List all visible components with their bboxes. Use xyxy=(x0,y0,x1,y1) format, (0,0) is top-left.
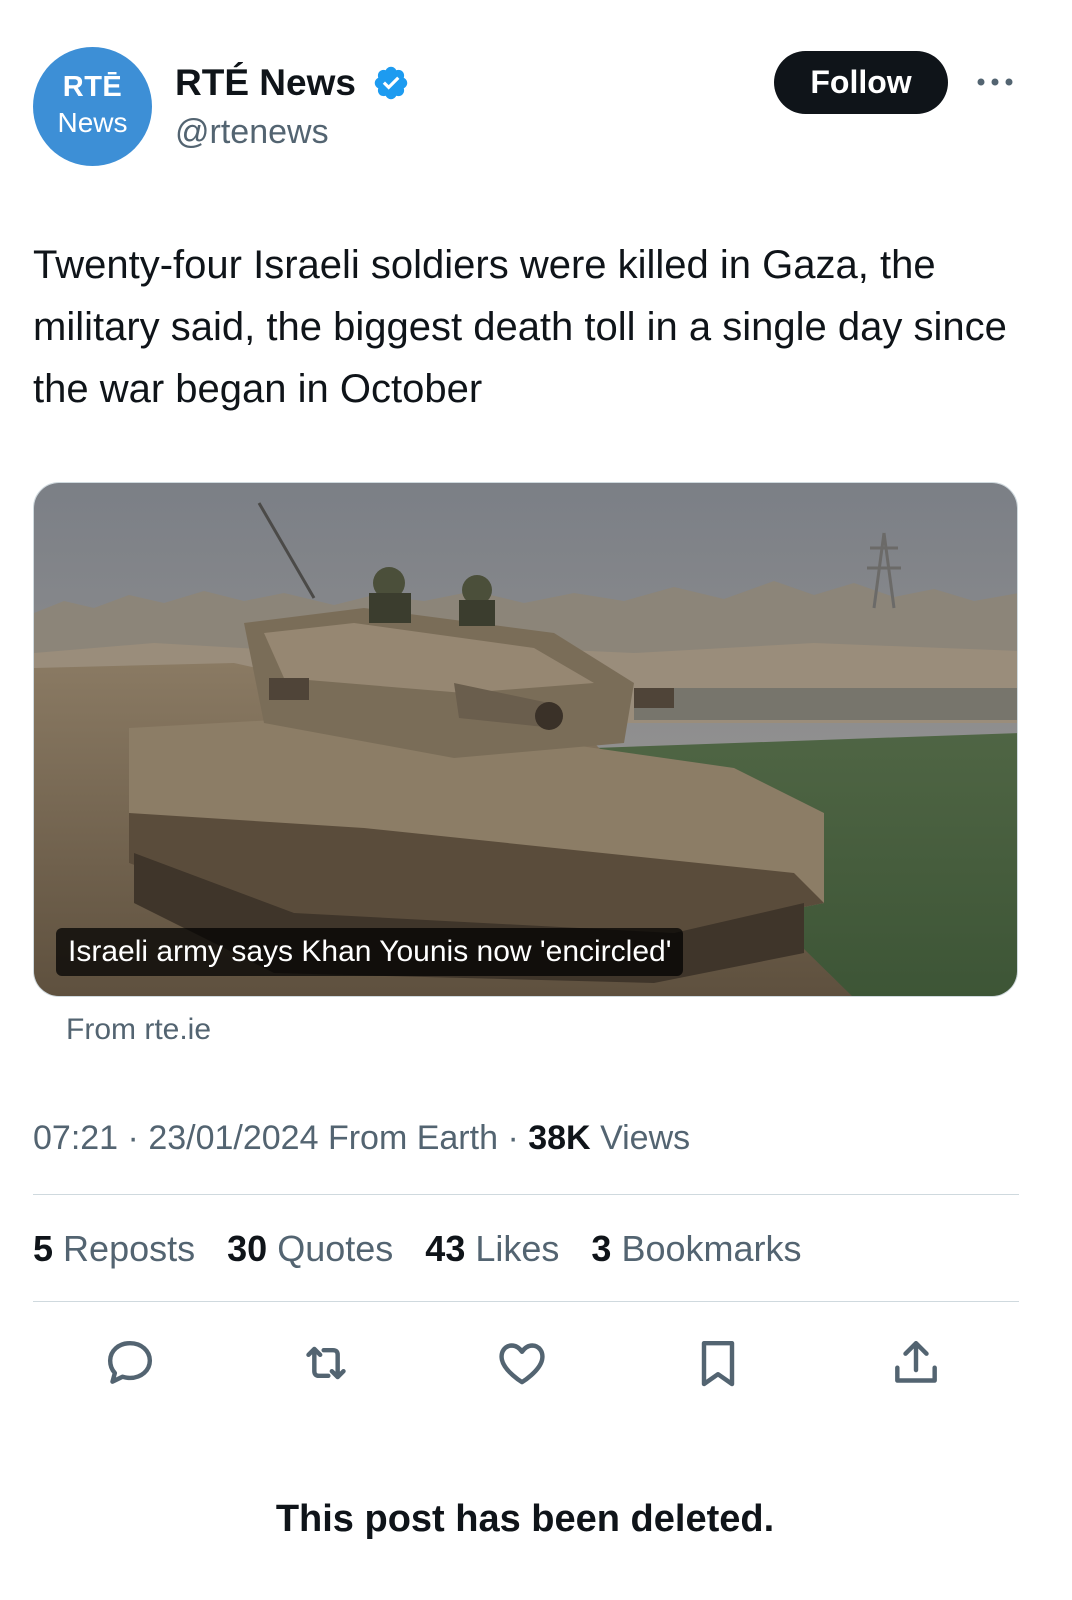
verified-badge-icon xyxy=(374,66,408,100)
display-name[interactable]: RTÉ News xyxy=(175,60,356,106)
stat-count: 43 xyxy=(425,1228,466,1269)
meta-separator: · xyxy=(507,1119,529,1157)
stat-likes[interactable]: 43 Likes xyxy=(425,1225,559,1273)
stat-label: Quotes xyxy=(277,1228,394,1269)
tweet-date[interactable]: 23/01/2024 xyxy=(148,1119,318,1157)
stat-label: Likes xyxy=(475,1228,560,1269)
deleted-notice: This post has been deleted. xyxy=(275,1498,775,1540)
divider xyxy=(33,1301,1019,1302)
tweet-meta: 07:21 · 23/01/2024 From Earth · 38K View… xyxy=(33,1115,690,1161)
tank-photo xyxy=(34,483,1017,996)
divider xyxy=(33,1194,1019,1195)
engagement-stats: 5 Reposts 30 Quotes 43 Likes 3 Bookmarks xyxy=(33,1225,824,1273)
more-dots-icon[interactable] xyxy=(975,72,1015,92)
like-icon[interactable] xyxy=(494,1335,550,1391)
stat-count: 3 xyxy=(591,1228,612,1269)
stat-count: 30 xyxy=(227,1228,268,1269)
stat-quotes[interactable]: 30 Quotes xyxy=(227,1225,393,1273)
handle[interactable]: @rtenews xyxy=(175,110,329,154)
stat-label: Reposts xyxy=(63,1228,196,1269)
avatar-logo-subtext: News xyxy=(57,107,128,138)
avatar-logo-text: RTĒ xyxy=(62,71,123,103)
stat-label: Bookmarks xyxy=(621,1228,802,1269)
tweet-text: Twenty-four Israeli soldiers were killed… xyxy=(33,243,1007,411)
stat-count: 5 xyxy=(33,1228,54,1269)
views-label: Views xyxy=(600,1119,691,1157)
card-caption: Israeli army says Khan Younis now 'encir… xyxy=(56,928,684,976)
views-count: 38K xyxy=(528,1119,591,1157)
link-card[interactable]: Israeli army says Khan Younis now 'encir… xyxy=(33,482,1018,997)
bookmark-icon[interactable] xyxy=(690,1335,746,1391)
repost-icon[interactable] xyxy=(298,1335,354,1391)
stat-bookmarks[interactable]: 3 Bookmarks xyxy=(591,1225,801,1273)
share-icon[interactable] xyxy=(888,1335,944,1391)
tweet-time[interactable]: 07:21 xyxy=(33,1119,118,1157)
meta-separator: · xyxy=(127,1119,149,1157)
card-source[interactable]: From rte.ie xyxy=(66,1010,211,1050)
follow-button[interactable]: Follow xyxy=(774,51,948,114)
stat-reposts[interactable]: 5 Reposts xyxy=(33,1225,195,1273)
tweet-origin: From Earth xyxy=(327,1119,498,1157)
reply-icon[interactable] xyxy=(102,1335,158,1391)
avatar[interactable]: RTĒ News xyxy=(33,47,152,166)
